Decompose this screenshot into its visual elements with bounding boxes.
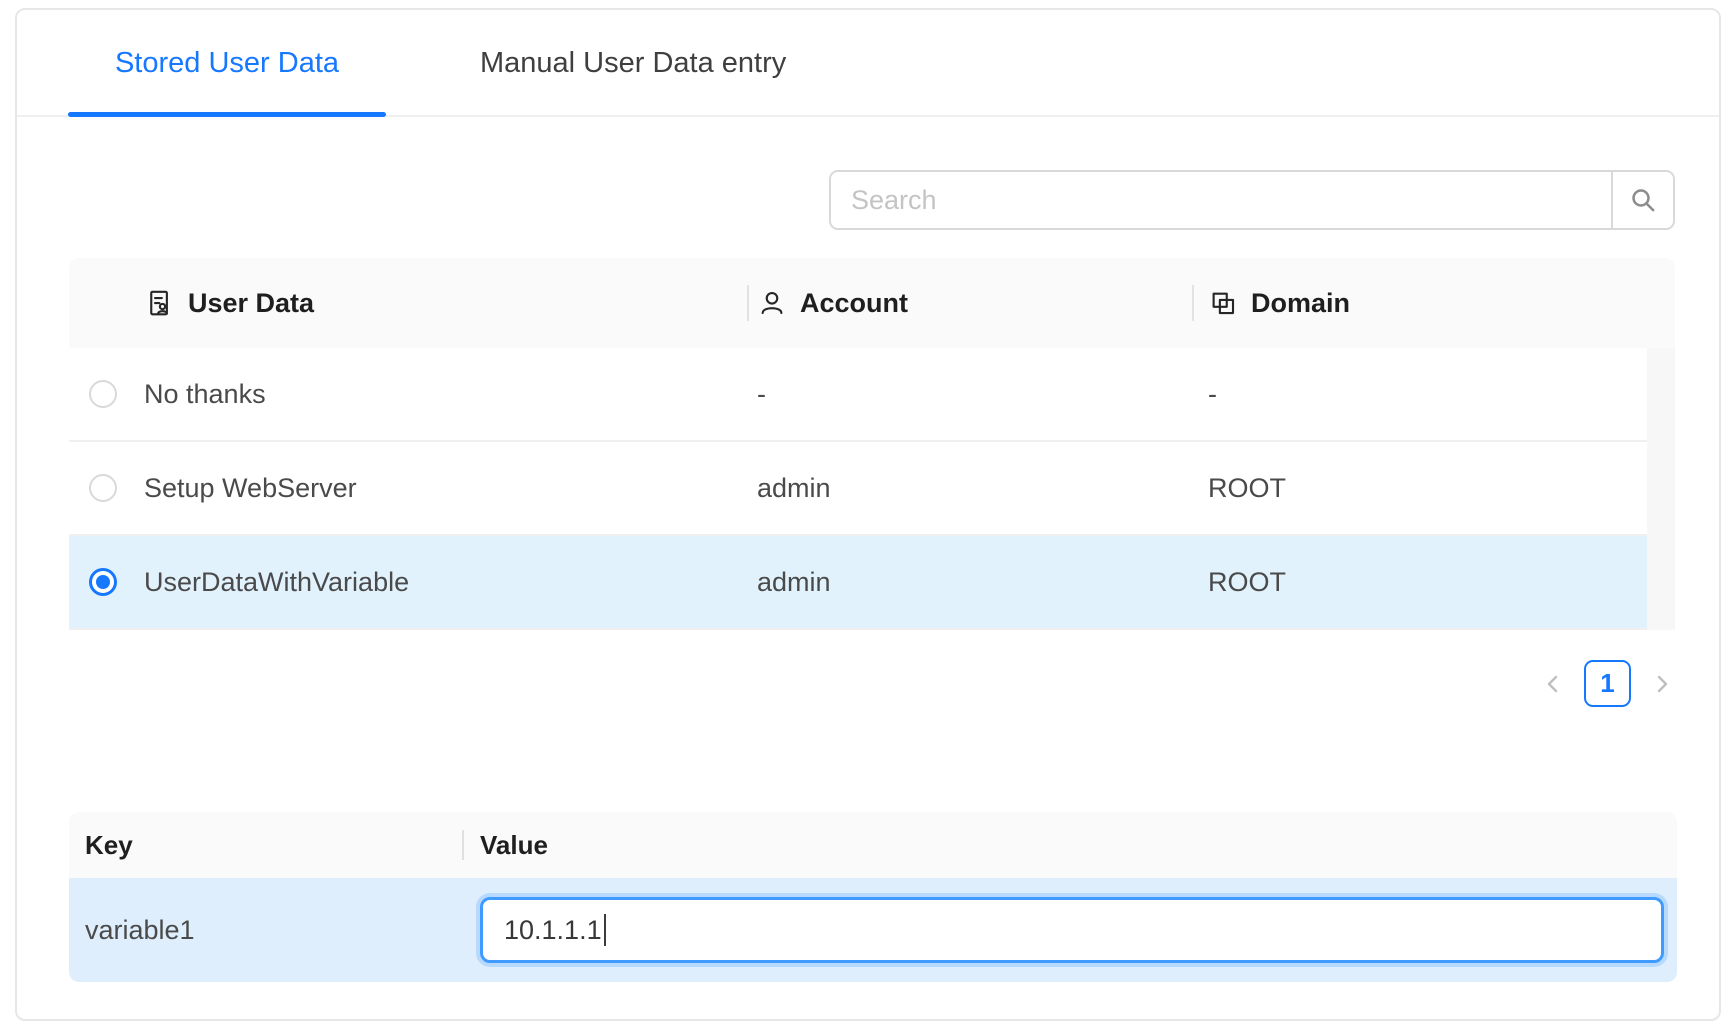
user-data-cell: No thanks [144, 379, 266, 410]
tab-stored-user-data[interactable]: Stored User Data [68, 10, 386, 117]
user-data-panel: Stored User Data Manual User Data entry [15, 8, 1721, 1021]
column-divider [1192, 285, 1194, 321]
user-data-cell: Setup WebServer [144, 473, 357, 504]
variable-key-label: variable1 [69, 915, 462, 946]
column-header-domain: Domain [1192, 288, 1675, 319]
user-data-table-body: No thanks - - Setup WebServer admin ROOT [69, 348, 1675, 630]
account-cell: - [747, 379, 1192, 410]
column-label-domain: Domain [1251, 288, 1350, 319]
column-divider [747, 285, 749, 321]
chevron-left-icon [1541, 672, 1565, 696]
domain-cell: - [1192, 379, 1647, 410]
table-row[interactable]: Setup WebServer admin ROOT [69, 442, 1647, 536]
key-column-header: Key [69, 830, 462, 861]
previous-page-button[interactable] [1538, 669, 1568, 699]
variable-value-input[interactable]: 10.1.1.1 [480, 897, 1664, 963]
value-column-header: Value [462, 830, 1677, 861]
search-button[interactable] [1611, 172, 1673, 228]
domain-cell: ROOT [1192, 567, 1647, 598]
tab-manual-user-data-entry[interactable]: Manual User Data entry [480, 10, 786, 117]
variable-value-text: 10.1.1.1 [504, 915, 602, 946]
pagination: 1 [1538, 660, 1677, 707]
table-scrollbar-track[interactable] [1647, 348, 1675, 630]
key-value-table: Key Value variable1 10.1.1.1 [69, 812, 1677, 982]
tab-bar: Stored User Data Manual User Data entry [17, 10, 1719, 117]
column-divider [462, 830, 464, 860]
user-data-table-header: User Data Account Domain [69, 258, 1675, 348]
page-number-button[interactable]: 1 [1584, 660, 1631, 707]
chevron-right-icon [1650, 672, 1674, 696]
next-page-button[interactable] [1647, 669, 1677, 699]
block-icon [1208, 288, 1238, 318]
search-input[interactable] [831, 172, 1611, 228]
radio-button-checked[interactable] [89, 568, 117, 596]
domain-cell: ROOT [1192, 473, 1647, 504]
search-icon [1627, 184, 1659, 216]
text-cursor [604, 914, 607, 946]
solution-icon [145, 288, 175, 318]
radio-button[interactable] [89, 380, 117, 408]
active-tab-indicator [68, 112, 386, 117]
column-label-account: Account [800, 288, 908, 319]
key-value-header: Key Value [69, 812, 1677, 878]
search-bar [829, 170, 1675, 230]
radio-button[interactable] [89, 474, 117, 502]
account-cell: admin [747, 567, 1192, 598]
user-icon [757, 288, 787, 318]
table-row-selected[interactable]: UserDataWithVariable admin ROOT [69, 536, 1647, 630]
table-row[interactable]: No thanks - - [69, 348, 1647, 442]
user-data-cell: UserDataWithVariable [144, 567, 409, 598]
account-cell: admin [747, 473, 1192, 504]
user-data-table: User Data Account Domain [69, 258, 1675, 630]
column-header-user-data: User Data [69, 288, 747, 319]
column-header-account: Account [747, 288, 1192, 319]
key-value-row: variable1 10.1.1.1 [69, 878, 1677, 982]
column-label-user-data: User Data [188, 288, 314, 319]
